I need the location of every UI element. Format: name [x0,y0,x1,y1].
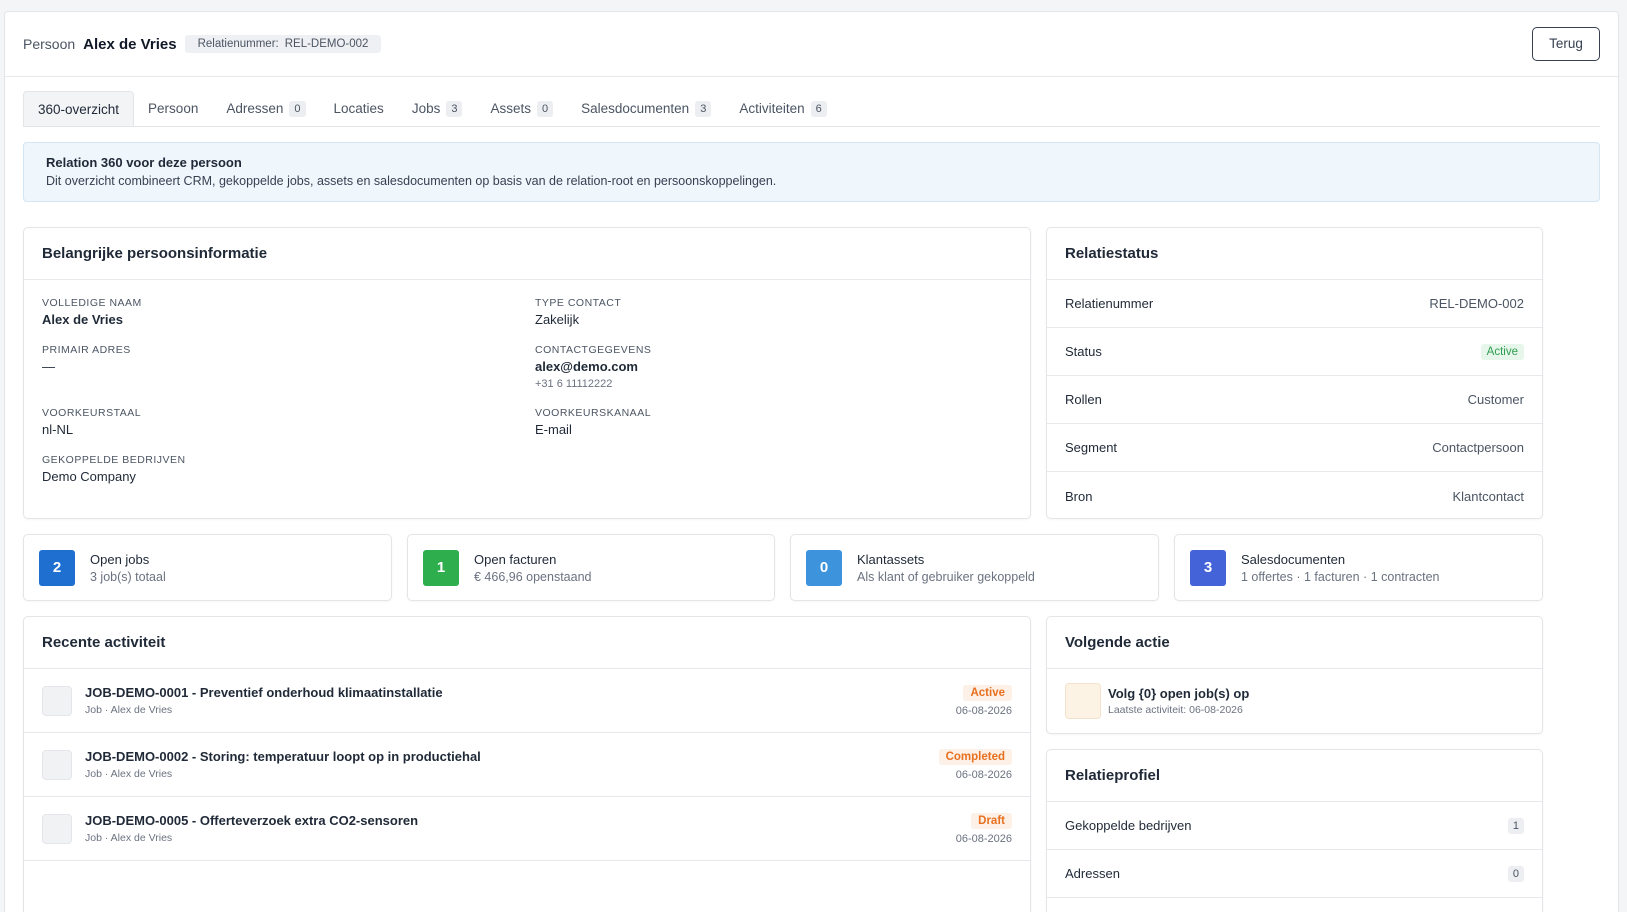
tab-activiteiten[interactable]: Activiteiten 6 [725,91,840,126]
primary-address-field: Primair adres — [42,344,131,374]
entity-type-label: Persoon [23,36,76,52]
status-row-relatienummer: Relatienummer REL-DEMO-002 [1047,280,1542,328]
tab-locaties[interactable]: Locaties [320,91,398,126]
next-action-title: Volgende actie [1047,617,1542,669]
stat-salesdocumenten[interactable]: 3 Salesdocumenten 1 offertes · 1 facture… [1174,534,1543,601]
tab-count-badge: 3 [446,100,463,117]
relation-profile-card: Relatieprofiel Gekoppelde bedrijven 1 Ad… [1046,749,1543,912]
language-field: Voorkeurstaal nl-NL [42,407,142,437]
stat-open-jobs[interactable]: 2 Open jobs 3 job(s) totaal [23,534,392,601]
status-badge: Completed [938,749,1012,765]
status-badge: Active [1480,343,1524,360]
stat-count-badge: 3 [1190,549,1226,586]
profile-row-addresses[interactable]: Adressen 0 [1047,850,1542,898]
activity-row[interactable]: JOB-DEMO-0005 - Offerteverzoek extra CO2… [24,797,1030,861]
relation-profile-title: Relatieprofiel [1047,750,1542,802]
info-banner-description: Dit overzicht combineert CRM, gekoppelde… [46,174,777,188]
tab-adressen[interactable]: Adressen 0 [212,91,319,126]
stat-open-facturen[interactable]: 1 Open facturen € 466,96 openstaand [407,534,775,601]
recent-activity-title: Recente activiteit [24,617,1030,669]
status-badge: Draft [971,813,1012,829]
stat-count-badge: 1 [423,549,459,586]
relation-status-title: Relatiestatus [1047,228,1542,280]
activity-icon [42,749,72,780]
relation-status-card: Relatiestatus Relatienummer REL-DEMO-002… [1046,227,1543,519]
page-header: Persoon Alex de Vries Relatienummer: REL… [5,12,1618,77]
profile-row-companies[interactable]: Gekoppelde bedrijven 1 [1047,802,1542,850]
phone-number: +31 6 11112222 [535,378,613,390]
tab-count-badge: 0 [289,100,306,117]
person-info-title: Belangrijke persoonsinformatie [24,228,1030,280]
stat-count-badge: 2 [39,549,75,586]
full-name-field: Volledige naam Alex de Vries [42,297,142,327]
tab-360-overzicht[interactable]: 360-overzicht [23,91,135,126]
activity-icon [42,813,72,844]
tab-count-badge: 3 [695,100,712,117]
contact-type-field: Type contact Zakelijk [535,297,622,327]
activity-icon [42,685,72,716]
person-info-card: Belangrijke persoonsinformatie Volledige… [23,227,1031,519]
next-action-item[interactable]: Volg {0} open job(s) op Laatste activite… [1047,669,1542,733]
status-row-bron: Bron Klantcontact [1065,488,1524,504]
tab-count-badge: 0 [536,100,554,117]
contact-details-field: Contactgegevens alex@demo.com +31 6 1111… [535,344,652,390]
next-action-card: Volgende actie Volg {0} open job(s) op L… [1046,616,1543,734]
companies-field: Gekoppelde bedrijven Demo Company [42,454,186,484]
email-link[interactable]: alex@demo.com [535,359,651,374]
status-row-segment: Segment Contactpersoon [1047,424,1542,472]
activity-row[interactable]: JOB-DEMO-0002 - Storing: temperatuur loo… [24,733,1030,797]
back-button[interactable]: Terug [1532,27,1600,61]
relation-number-badge: Relatienummer: REL-DEMO-002 [184,35,382,53]
tab-bar: 360-overzicht Persoon Adressen 0 Locatie… [23,91,1600,127]
channel-field: Voorkeurskanaal E-mail [535,407,652,437]
stat-count-badge: 0 [806,549,842,586]
activity-row[interactable]: JOB-DEMO-0001 - Preventief onderhoud kli… [24,669,1030,733]
stat-klantassets[interactable]: 0 Klantassets Als klant of gebruiker gek… [790,534,1159,601]
page: Persoon Alex de Vries Relatienummer: REL… [4,11,1619,912]
page-title: Alex de Vries [83,35,177,53]
tab-salesdocumenten[interactable]: Salesdocumenten 3 [567,91,725,126]
status-row-status: Status Active [1047,328,1542,376]
recent-activity-card: Recente activiteit JOB-DEMO-0001 - Preve… [23,616,1031,912]
tab-assets[interactable]: Assets 0 [476,91,567,126]
status-row-rollen: Rollen Customer [1047,376,1542,424]
count-badge: 0 [1507,865,1524,882]
info-banner: Relation 360 voor deze persoon Dit overz… [23,142,1600,202]
tab-persoon[interactable]: Persoon [134,91,212,126]
tab-count-badge: 6 [810,100,827,117]
tab-jobs[interactable]: Jobs 3 [398,91,477,126]
count-badge: 1 [1507,817,1524,834]
info-banner-title: Relation 360 voor deze persoon [46,155,242,170]
status-badge: Active [963,685,1012,701]
next-action-icon [1065,683,1101,719]
